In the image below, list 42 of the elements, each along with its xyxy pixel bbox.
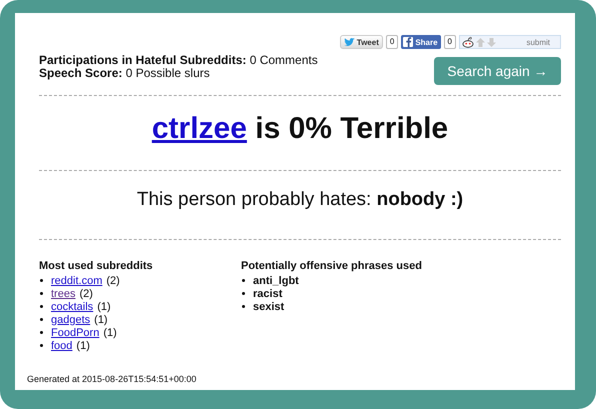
subreddit-link[interactable]: reddit.com xyxy=(51,274,102,286)
tweet-button[interactable]: Tweet xyxy=(340,35,383,49)
section-title: Potentially offensive phrases used xyxy=(241,260,422,272)
count-label: (1) xyxy=(97,300,111,312)
share-button[interactable]: Share xyxy=(401,35,441,49)
count-label: (2) xyxy=(106,274,120,286)
phrase-item: anti_lgbt xyxy=(253,274,299,286)
subreddit-link[interactable]: food xyxy=(51,340,72,352)
bullet-icon xyxy=(40,318,43,321)
bird-icon xyxy=(344,38,355,46)
submit-link[interactable]: submit xyxy=(526,38,550,46)
bullet-icon xyxy=(40,344,43,347)
username-link[interactable]: ctrlzee xyxy=(152,112,247,145)
bullet-icon xyxy=(242,305,245,308)
count-label: (1) xyxy=(94,314,108,326)
bullet-icon xyxy=(242,292,245,295)
phrase-item: racist xyxy=(253,288,282,300)
facebook-icon xyxy=(403,37,414,47)
bullet-icon xyxy=(40,279,43,282)
bullet-icon xyxy=(40,331,43,334)
share-count: 0 xyxy=(444,35,456,49)
subreddit-link[interactable]: gadgets xyxy=(51,314,90,326)
upvote-icon[interactable] xyxy=(476,38,485,46)
section-title: Most used subreddits xyxy=(39,260,154,272)
subreddit-link[interactable]: FoodPorn xyxy=(51,326,100,338)
count-label: (2) xyxy=(79,288,93,300)
tweet-count: 0 xyxy=(386,35,398,49)
count-label: (1) xyxy=(76,340,90,352)
stat-line: Participations in Hateful Subreddits: 0 Comments xyxy=(39,54,318,67)
bullet-icon xyxy=(242,279,245,282)
headline: ctrlzee is 0% Terrible xyxy=(150,112,450,146)
downvote-icon[interactable] xyxy=(487,38,496,46)
bullet-icon xyxy=(40,305,43,308)
phrase-item: sexist xyxy=(253,300,284,312)
bullet-icon xyxy=(40,292,43,295)
hates-line: This person probably hates: nobody :) xyxy=(136,189,464,211)
alien-icon xyxy=(462,36,474,48)
count-label: (1) xyxy=(103,326,117,338)
subreddit-link[interactable]: trees xyxy=(51,288,76,300)
stat-line: Speech Score: 0 Possible slurs xyxy=(39,67,211,80)
generated-time: Generated at 2015-08-26T15:54:51+00:00 xyxy=(27,374,198,384)
subreddit-link[interactable]: cocktails xyxy=(51,300,94,312)
